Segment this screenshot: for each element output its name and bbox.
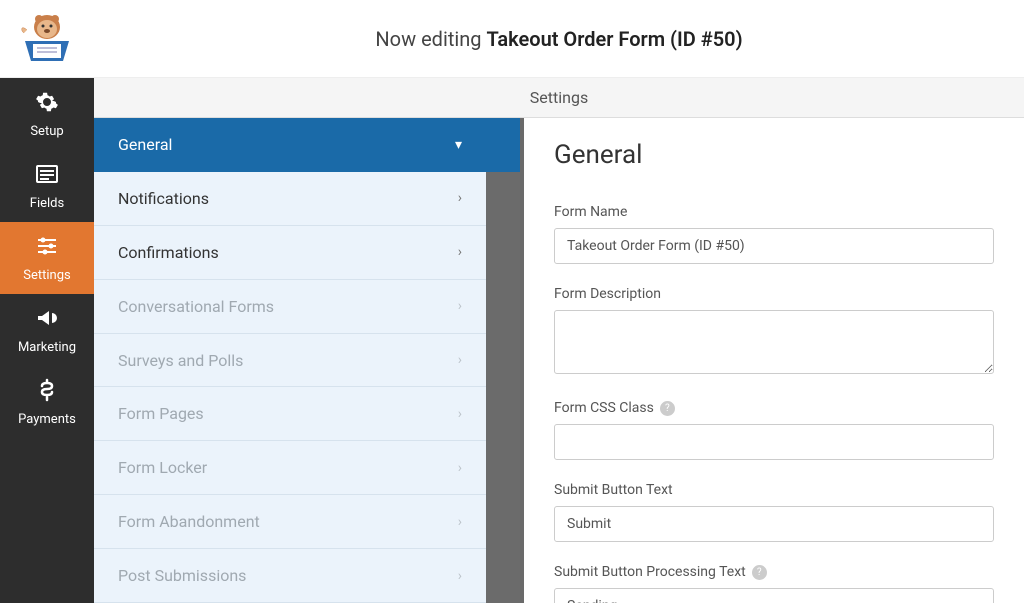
nav-label: Form Abandonment [118, 512, 260, 531]
tabbar: Settings [94, 78, 1024, 118]
help-icon[interactable]: ? [660, 401, 675, 416]
nav-label: Post Submissions [118, 566, 246, 585]
rail-label: Fields [30, 196, 64, 211]
panel-heading: General [554, 140, 994, 170]
help-icon[interactable]: ? [752, 565, 767, 580]
rail-label: Settings [23, 268, 70, 283]
nav-item-notifications[interactable]: Notifications › [94, 172, 486, 226]
nav-label: Form Pages [118, 404, 204, 423]
field-form-name: Form Name [554, 204, 994, 264]
rail-items: Setup Fields Settings Marketing Payments [0, 78, 94, 603]
rail-item-settings[interactable]: Settings [0, 222, 94, 294]
label-form-description: Form Description [554, 286, 994, 302]
nav-label: Confirmations [118, 243, 219, 262]
nav-label: Notifications [118, 189, 209, 208]
chevron-down-icon: ▾ [455, 137, 462, 153]
bullhorn-icon [35, 306, 59, 334]
input-submit-text[interactable] [554, 506, 994, 542]
sliders-icon [35, 234, 59, 262]
input-form-name[interactable] [554, 228, 994, 264]
chevron-right-icon: › [458, 352, 462, 368]
form-panel: General Form Name Form Description Form … [524, 118, 1024, 603]
field-submit-processing: Submit Button Processing Text? [554, 564, 994, 603]
field-form-description: Form Description [554, 286, 994, 378]
field-form-css: Form CSS Class? [554, 400, 994, 460]
label-form-name: Form Name [554, 204, 994, 220]
nav-item-post-submissions[interactable]: Post Submissions › [94, 549, 486, 603]
left-rail: Setup Fields Settings Marketing Payments [0, 0, 94, 603]
rail-label: Marketing [18, 340, 76, 355]
textarea-form-description[interactable] [554, 310, 994, 374]
rail-label: Setup [30, 124, 63, 139]
chevron-right-icon: › [458, 190, 462, 206]
nav-item-form-abandonment[interactable]: Form Abandonment › [94, 495, 486, 549]
nav-item-form-pages[interactable]: Form Pages › [94, 387, 486, 441]
nav-item-general[interactable]: General ▾ [94, 118, 520, 172]
rail-item-payments[interactable]: Payments [0, 366, 94, 438]
rail-label: Payments [18, 412, 76, 427]
rail-item-setup[interactable]: Setup [0, 78, 94, 150]
dollar-icon [35, 378, 59, 406]
settings-nav: General ▾ Notifications › Confirmations … [94, 118, 524, 603]
topbar: Now editing Takeout Order Form (ID #50) [94, 0, 1024, 78]
chevron-right-icon: › [458, 244, 462, 260]
label-submit-text: Submit Button Text [554, 482, 994, 498]
wpforms-logo [17, 9, 77, 69]
input-submit-processing[interactable] [554, 588, 994, 603]
nav-label: Surveys and Polls [118, 351, 243, 370]
nav-label: General [118, 135, 172, 154]
rail-item-marketing[interactable]: Marketing [0, 294, 94, 366]
rail-item-fields[interactable]: Fields [0, 150, 94, 222]
nav-item-conversational-forms[interactable]: Conversational Forms › [94, 280, 486, 334]
tab-settings-label: Settings [530, 88, 588, 107]
label-form-css: Form CSS Class? [554, 400, 994, 416]
form-title: Takeout Order Form (ID #50) [486, 27, 742, 51]
chevron-right-icon: › [458, 514, 462, 530]
chevron-right-icon: › [458, 298, 462, 314]
chevron-right-icon: › [458, 460, 462, 476]
nav-item-surveys-polls[interactable]: Surveys and Polls › [94, 334, 486, 388]
input-form-css[interactable] [554, 424, 994, 460]
chevron-right-icon: › [458, 568, 462, 584]
field-submit-text: Submit Button Text [554, 482, 994, 542]
nav-label: Form Locker [118, 458, 207, 477]
logo-area [0, 0, 94, 78]
gear-icon [35, 90, 59, 118]
content: General ▾ Notifications › Confirmations … [94, 118, 1024, 603]
label-submit-processing: Submit Button Processing Text? [554, 564, 994, 580]
nav-label: Conversational Forms [118, 297, 274, 316]
editing-prefix: Now editing [375, 27, 481, 51]
nav-item-form-locker[interactable]: Form Locker › [94, 441, 486, 495]
nav-item-confirmations[interactable]: Confirmations › [94, 226, 486, 280]
list-icon [35, 162, 59, 190]
main-area: Now editing Takeout Order Form (ID #50) … [94, 0, 1024, 603]
chevron-right-icon: › [458, 406, 462, 422]
